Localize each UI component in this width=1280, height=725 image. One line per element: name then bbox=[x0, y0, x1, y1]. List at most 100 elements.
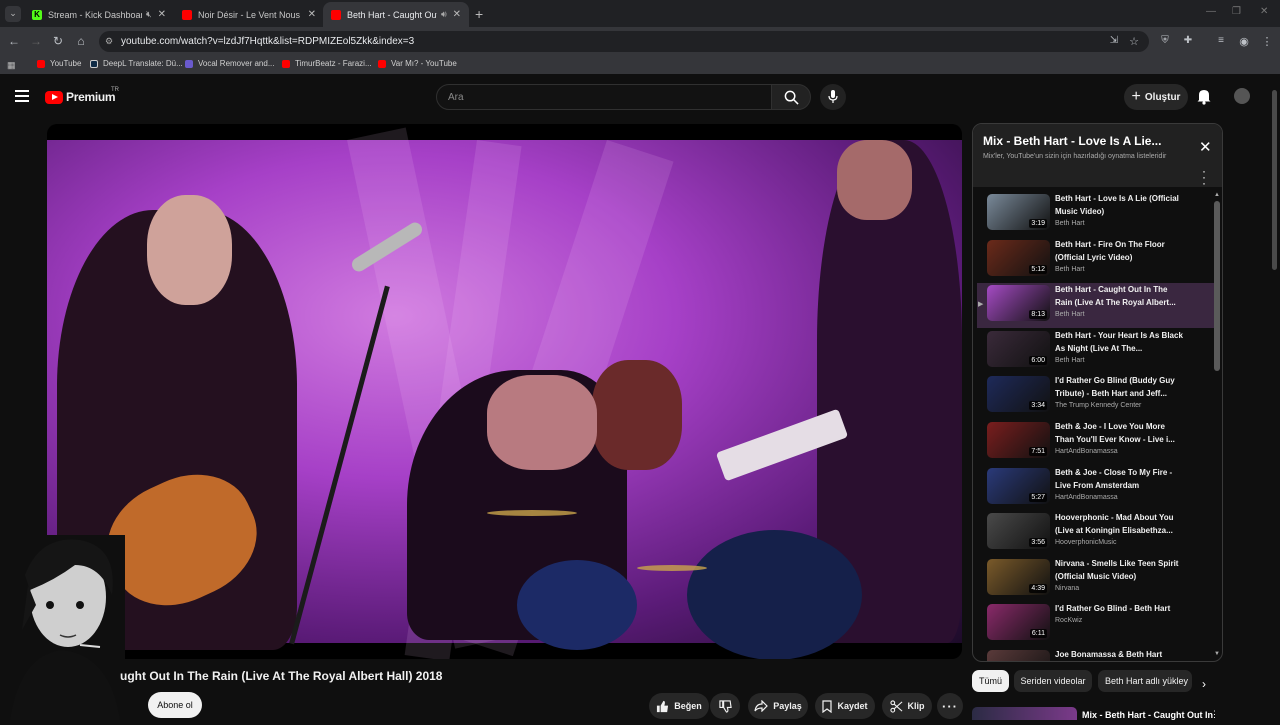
media-control-icon[interactable]: ≡ bbox=[1213, 35, 1229, 46]
video-thumbnail[interactable]: 4:39 bbox=[987, 558, 1050, 595]
channel-name[interactable]: HooverphonicMusic bbox=[1055, 539, 1116, 546]
bookmark-youtube[interactable]: YouTube bbox=[37, 59, 81, 68]
channel-name[interactable]: RocKwiz bbox=[1055, 617, 1082, 624]
more-actions-button[interactable]: ··· bbox=[937, 693, 963, 719]
bookmark-star-icon[interactable]: ☆ bbox=[1126, 35, 1142, 48]
account-avatar[interactable] bbox=[1234, 88, 1250, 104]
page-scrollbar[interactable] bbox=[1272, 90, 1277, 270]
playlist-item[interactable]: 3:19 Beth Hart - Love Is A Lie (Official … bbox=[977, 192, 1216, 237]
voice-search-button[interactable] bbox=[820, 84, 846, 110]
video-thumbnail[interactable] bbox=[987, 650, 1050, 661]
save-button[interactable]: Kaydet bbox=[815, 693, 875, 719]
video-thumbnail[interactable]: 3:56 bbox=[987, 513, 1050, 550]
browser-tab-kick[interactable]: K Stream - Kick Dashboard 🔇︎ ✕ bbox=[24, 2, 174, 27]
scroll-up-icon[interactable]: ▲ bbox=[1214, 192, 1220, 198]
video-title[interactable]: Nirvana - Smells Like Teen Spirit (Offic… bbox=[1055, 557, 1183, 583]
home-icon[interactable]: ⌂ bbox=[73, 34, 89, 48]
video-title[interactable]: Hooverphonic - Mad About You (Live at Ko… bbox=[1055, 511, 1183, 537]
video-title[interactable]: Beth Hart - Love Is A Lie (Official Musi… bbox=[1055, 192, 1183, 218]
new-tab-button[interactable]: + bbox=[475, 6, 483, 22]
close-playlist-icon[interactable]: ✕ bbox=[1199, 138, 1212, 156]
playlist-more-icon[interactable]: · · · bbox=[1202, 165, 1206, 189]
chip-uploader[interactable]: Beth Hart adlı yükley bbox=[1098, 670, 1192, 692]
notifications-button[interactable] bbox=[1196, 87, 1212, 110]
playlist-item[interactable]: 7:51 Beth & Joe - I Love You More Than Yo… bbox=[977, 420, 1216, 465]
video-title[interactable]: Beth Hart - Fire On The Floor (Official … bbox=[1055, 238, 1183, 264]
channel-name[interactable]: Beth Hart bbox=[1055, 311, 1085, 318]
video-thumbnail[interactable]: 5:27 bbox=[987, 467, 1050, 504]
video-player[interactable] bbox=[47, 124, 962, 659]
address-bar[interactable]: ⚙ youtube.com/watch?v=lzdJf7Hqttk&list=R… bbox=[99, 31, 1149, 52]
clip-button[interactable]: Klip bbox=[882, 693, 932, 719]
video-thumbnail[interactable]: 8:13 bbox=[987, 285, 1050, 322]
chevron-right-icon[interactable]: › bbox=[1202, 677, 1206, 691]
create-button[interactable]: + Oluştur bbox=[1124, 84, 1188, 110]
minimize-icon[interactable]: — bbox=[1206, 6, 1216, 17]
playlist-item[interactable]: 6:11 I'd Rather Go Blind - Beth Hart RocKw… bbox=[977, 602, 1216, 647]
video-title[interactable]: Joe Bonamassa & Beth Hart bbox=[1055, 648, 1183, 661]
video-thumbnail[interactable]: 3:34 bbox=[987, 376, 1050, 413]
channel-name[interactable]: HartAndBonamassa bbox=[1055, 448, 1118, 455]
playlist-item[interactable]: 3:34 I'd Rather Go Blind (Buddy Guy Tribu… bbox=[977, 374, 1216, 419]
channel-name[interactable]: Beth Hart bbox=[1055, 357, 1085, 364]
reload-icon[interactable]: ↻ bbox=[50, 34, 66, 48]
playlist-item[interactable]: 3:56 Hooverphonic - Mad About You (Live a… bbox=[977, 511, 1216, 556]
apps-grid-icon[interactable]: ▦ bbox=[7, 60, 16, 71]
close-tab-icon[interactable]: ✕ bbox=[308, 9, 316, 20]
subscribe-button[interactable]: Abone ol bbox=[148, 692, 202, 718]
chip-series-videos[interactable]: Seriden videolar bbox=[1014, 670, 1092, 692]
like-button[interactable]: Beğen bbox=[649, 693, 709, 719]
channel-name[interactable]: Nirvana bbox=[1055, 585, 1079, 592]
profile-icon[interactable]: ◉ bbox=[1236, 35, 1252, 48]
browser-tab-noir-desir[interactable]: Noir Désir - Le Vent Nous Porte ✕ bbox=[174, 2, 324, 27]
browser-tab-beth-hart[interactable]: Beth Hart - Caught Out In The Rain 🔊︎ ✕ bbox=[323, 2, 469, 27]
close-tab-icon[interactable]: ✕ bbox=[453, 9, 461, 20]
close-tab-icon[interactable]: ✕ bbox=[158, 9, 166, 20]
channel-name[interactable]: The Trump Kennedy Center bbox=[1055, 402, 1141, 409]
video-title[interactable]: Beth Hart - Caught Out In The Rain (Live… bbox=[1055, 283, 1183, 309]
video-thumbnail[interactable]: 6:11 bbox=[987, 604, 1050, 641]
search-button[interactable] bbox=[771, 84, 811, 110]
bookmark-timurbeatz[interactable]: TimurBeatz - Farazi... bbox=[282, 59, 372, 68]
share-button[interactable]: Paylaş bbox=[748, 693, 808, 719]
playlist-item[interactable]: ▶ 8:13 Beth Hart - Caught Out In The Rain … bbox=[977, 283, 1216, 329]
channel-name[interactable]: Beth Hart bbox=[1055, 220, 1085, 227]
scroll-down-icon[interactable]: ▼ bbox=[1214, 651, 1220, 657]
video-title[interactable]: Beth Hart - Your Heart Is As Black As Ni… bbox=[1055, 329, 1183, 355]
video-title[interactable]: I'd Rather Go Blind - Beth Hart bbox=[1055, 602, 1183, 615]
dislike-button[interactable] bbox=[710, 693, 740, 719]
playlist-item[interactable]: 5:27 Beth & Joe - Close To My Fire - Live… bbox=[977, 466, 1216, 511]
video-title[interactable]: I'd Rather Go Blind (Buddy Guy Tribute) … bbox=[1055, 374, 1183, 400]
video-thumbnail[interactable]: 3:19 bbox=[987, 194, 1050, 230]
video-thumbnail[interactable]: 6:00 bbox=[987, 330, 1050, 367]
menu-icon[interactable] bbox=[15, 90, 29, 102]
playlist-item[interactable]: 6:00 Beth Hart - Your Heart Is As Black A… bbox=[977, 329, 1216, 374]
bookmark-vocal-remover[interactable]: Vocal Remover and... bbox=[185, 59, 274, 68]
recommended-mix[interactable]: Mix - Beth Hart - Caught Out In ⋮ bbox=[972, 707, 1223, 720]
playlist-item[interactable]: 4:39 Nirvana - Smells Like Teen Spirit (O… bbox=[977, 557, 1216, 602]
youtube-premium-logo[interactable]: Premium TR bbox=[45, 87, 119, 104]
video-title[interactable]: Beth & Joe - Close To My Fire - Live Fro… bbox=[1055, 466, 1183, 492]
video-thumbnail[interactable]: 7:51 bbox=[987, 422, 1050, 458]
playlist-title[interactable]: Mix - Beth Hart - Love Is A Lie... bbox=[983, 134, 1161, 148]
shield-extension-icon[interactable]: ⛨ bbox=[1157, 35, 1173, 46]
bookmark-var-mi[interactable]: Var Mı? - YouTube bbox=[378, 59, 457, 68]
chip-all[interactable]: Tümü bbox=[972, 670, 1009, 692]
channel-name[interactable]: HartAndBonamassa bbox=[1055, 494, 1118, 501]
muted-audio-icon[interactable]: 🔇︎ bbox=[146, 9, 152, 20]
mix-more-icon[interactable]: ⋮ bbox=[1210, 709, 1219, 720]
extensions-icon[interactable]: ✚ bbox=[1180, 35, 1196, 46]
video-title[interactable]: Beth & Joe - I Love You More Than You'll… bbox=[1055, 420, 1183, 446]
playlist-item[interactable]: 5:12 Beth Hart - Fire On The Floor (Offic… bbox=[977, 238, 1216, 283]
channel-name[interactable]: Beth Hart bbox=[1055, 266, 1085, 273]
playlist-item[interactable]: Joe Bonamassa & Beth Hart bbox=[977, 648, 1216, 661]
bookmark-deepl[interactable]: DeepL Translate: Dü... bbox=[90, 59, 183, 68]
audio-playing-icon[interactable]: 🔊︎ bbox=[441, 9, 447, 20]
playlist-scrollbar[interactable] bbox=[1214, 201, 1220, 371]
close-window-icon[interactable]: ✕ bbox=[1260, 6, 1268, 17]
browser-menu-icon[interactable]: ⋮ bbox=[1259, 35, 1275, 48]
back-icon[interactable]: ← bbox=[6, 34, 22, 48]
site-info-icon[interactable]: ⚙ bbox=[105, 36, 113, 47]
install-app-icon[interactable]: ⇲ bbox=[1106, 35, 1122, 46]
video-thumbnail[interactable]: 5:12 bbox=[987, 239, 1050, 276]
